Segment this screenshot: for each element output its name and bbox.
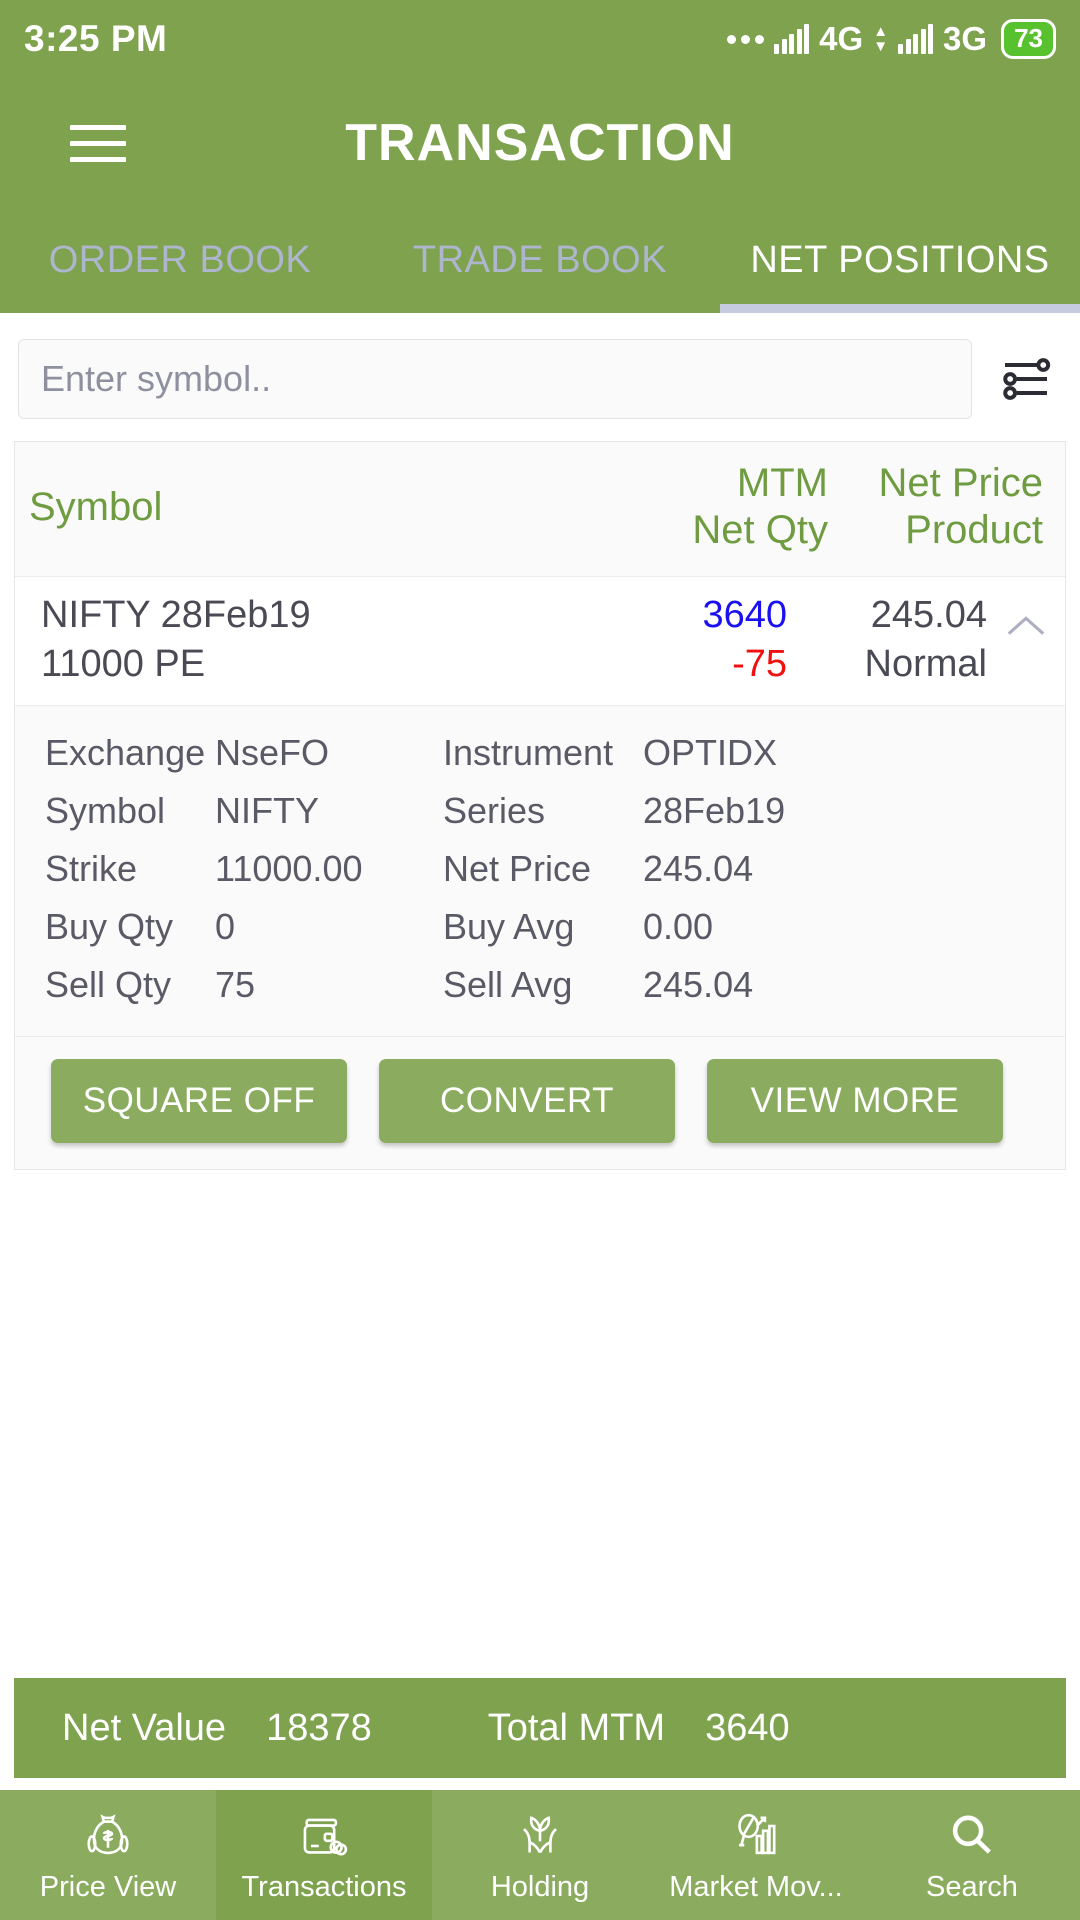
- row-mtm-netqty: 3640 -75: [557, 591, 787, 688]
- search-input[interactable]: [41, 358, 949, 400]
- detail-value-sell-qty: 75: [215, 963, 256, 1005]
- battery-indicator: 73: [1001, 19, 1056, 59]
- search-box[interactable]: [18, 339, 972, 419]
- detail-value-strike: 11000.00: [215, 847, 363, 889]
- nav-label-holding: Holding: [490, 1870, 590, 1903]
- network-type-1: 4G: [819, 20, 864, 57]
- detail-value-buy-qty: 0: [215, 905, 236, 947]
- convert-button[interactable]: CONVERT: [379, 1058, 675, 1143]
- nav-label-market-movers: Market Mov...: [669, 1870, 843, 1903]
- column-header-netprice-product: Net Price Product: [828, 460, 1044, 554]
- page-title: TRANSACTION: [345, 114, 735, 172]
- nav-item-transactions[interactable]: Transactions: [216, 1790, 432, 1920]
- detail-value-exchange: NseFO: [215, 731, 330, 773]
- tab-order-book[interactable]: ORDER BOOK: [0, 208, 360, 313]
- status-indicators: 4G ▲ ▼ 3G 73: [727, 19, 1056, 59]
- detail-row: Sell Qty 75 Sell Avg 245.04: [15, 956, 1065, 1014]
- app-screen: 3:25 PM 4G ▲ ▼ 3G 73 TRANSACTION ORDER BO…: [0, 0, 1080, 1920]
- detail-row: Buy Qty 0 Buy Avg 0.00: [15, 898, 1065, 956]
- nav-label-transactions: Transactions: [241, 1870, 407, 1903]
- row-net-price-value: 245.04: [870, 594, 987, 637]
- detail-value-series: 28Feb19: [643, 789, 786, 831]
- tab-net-positions[interactable]: NET POSITIONS: [720, 208, 1080, 313]
- row-symbol-line1: NIFTY 28Feb19: [41, 594, 311, 637]
- content-spacer: [0, 1169, 1080, 1678]
- nav-item-market-movers[interactable]: Market Mov...: [648, 1790, 864, 1920]
- app-header: TRANSACTION: [0, 78, 1080, 208]
- bottom-navigation: Price View Transactions Holding Market M…: [0, 1790, 1080, 1920]
- square-off-button[interactable]: SQUARE OFF: [51, 1058, 347, 1143]
- search-icon: [946, 1807, 998, 1865]
- detail-label-exchange: Exchange: [45, 731, 206, 773]
- nav-label-price-view: Price View: [39, 1870, 177, 1903]
- summary-bar: Net Value 18378 Total MTM 3640: [14, 1678, 1066, 1778]
- total-mtm-label: Total MTM: [487, 1706, 666, 1749]
- detail-label-sell-avg: Sell Avg: [443, 963, 573, 1005]
- detail-row: Exchange NseFO Instrument OPTIDX: [15, 724, 1065, 782]
- hamburger-menu-icon[interactable]: [70, 124, 126, 162]
- detail-label-instrument: Instrument: [443, 731, 614, 773]
- row-details-panel: Exchange NseFO Instrument OPTIDX Symbol …: [15, 704, 1065, 1036]
- nav-item-price-view[interactable]: Price View: [0, 1790, 216, 1920]
- table-header: Symbol MTM Net Qty Net Price Product: [15, 442, 1065, 578]
- search-row: [0, 313, 1080, 433]
- tab-trade-book[interactable]: TRADE BOOK: [360, 208, 720, 313]
- column-header-net-qty: Net Qty: [692, 508, 828, 553]
- row-net-qty-value: -75: [732, 643, 787, 685]
- detail-label-symbol: Symbol: [45, 789, 166, 831]
- signal-bars-icon-1: [774, 24, 810, 54]
- total-mtm-amount: 3640: [705, 1706, 790, 1749]
- chevron-up-icon[interactable]: [987, 591, 1065, 643]
- nav-label-search: Search: [926, 1870, 1018, 1903]
- detail-label-buy-qty: Buy Qty: [45, 905, 174, 947]
- detail-label-sell-qty: Sell Qty: [45, 963, 172, 1005]
- nav-item-holding[interactable]: Holding: [432, 1790, 648, 1920]
- column-header-symbol: Symbol: [29, 484, 163, 529]
- detail-row: Symbol NIFTY Series 28Feb19: [15, 782, 1065, 840]
- row-symbol-line2: 11000 PE: [41, 643, 206, 685]
- network-type-2: 3G: [943, 20, 988, 57]
- main-content: Symbol MTM Net Qty Net Price Product NIF…: [0, 313, 1080, 1678]
- row-netprice-product: 245.04 Normal: [787, 591, 987, 688]
- status-bar: 3:25 PM 4G ▲ ▼ 3G 73: [0, 0, 1080, 78]
- filter-sliders-icon[interactable]: [990, 343, 1062, 415]
- signal-bars-icon-2: [898, 24, 934, 54]
- detail-value-symbol: NIFTY: [215, 789, 319, 831]
- net-value-label: Net Value: [62, 1706, 227, 1749]
- row-mtm-value: 3640: [702, 594, 787, 637]
- data-transfer-icon: ▲ ▼: [873, 23, 889, 55]
- row-actions: SQUARE OFF CONVERT VIEW MORE: [15, 1035, 1065, 1169]
- view-more-button[interactable]: VIEW MORE: [707, 1058, 1003, 1143]
- detail-value-net-price: 245.04: [643, 847, 754, 889]
- detail-row: Strike 11000.00 Net Price 245.04: [15, 840, 1065, 898]
- money-bag-icon: [82, 1807, 134, 1865]
- wallet-icon: [298, 1807, 350, 1865]
- net-value-amount: 18378: [266, 1706, 372, 1749]
- detail-label-series: Series: [443, 789, 546, 831]
- detail-value-instrument: OPTIDX: [643, 731, 778, 773]
- magnifier-chart-icon: [730, 1807, 782, 1865]
- row-product-value: Normal: [864, 643, 987, 685]
- row-symbol: NIFTY 28Feb19 11000 PE: [15, 591, 557, 688]
- detail-label-net-price: Net Price: [443, 847, 592, 889]
- more-dots-icon: [727, 34, 765, 44]
- status-time: 3:25 PM: [24, 18, 168, 59]
- detail-value-buy-avg: 0.00: [643, 905, 714, 947]
- detail-label-strike: Strike: [45, 847, 138, 889]
- tab-bar: ORDER BOOK TRADE BOOK NET POSITIONS: [0, 208, 1080, 313]
- table-row[interactable]: NIFTY 28Feb19 11000 PE 3640 -75 245.04 N…: [15, 577, 1065, 705]
- detail-label-buy-avg: Buy Avg: [443, 905, 575, 947]
- hands-plant-icon: [514, 1807, 566, 1865]
- column-header-mtm-netqty: MTM Net Qty: [598, 460, 828, 554]
- column-header-product: Product: [905, 508, 1043, 553]
- column-header-net-price: Net Price: [878, 461, 1044, 505]
- nav-item-search[interactable]: Search: [864, 1790, 1080, 1920]
- column-header-mtm: MTM: [736, 461, 828, 505]
- positions-table: Symbol MTM Net Qty Net Price Product NIF…: [14, 441, 1066, 1170]
- detail-value-sell-avg: 245.04: [643, 963, 754, 1005]
